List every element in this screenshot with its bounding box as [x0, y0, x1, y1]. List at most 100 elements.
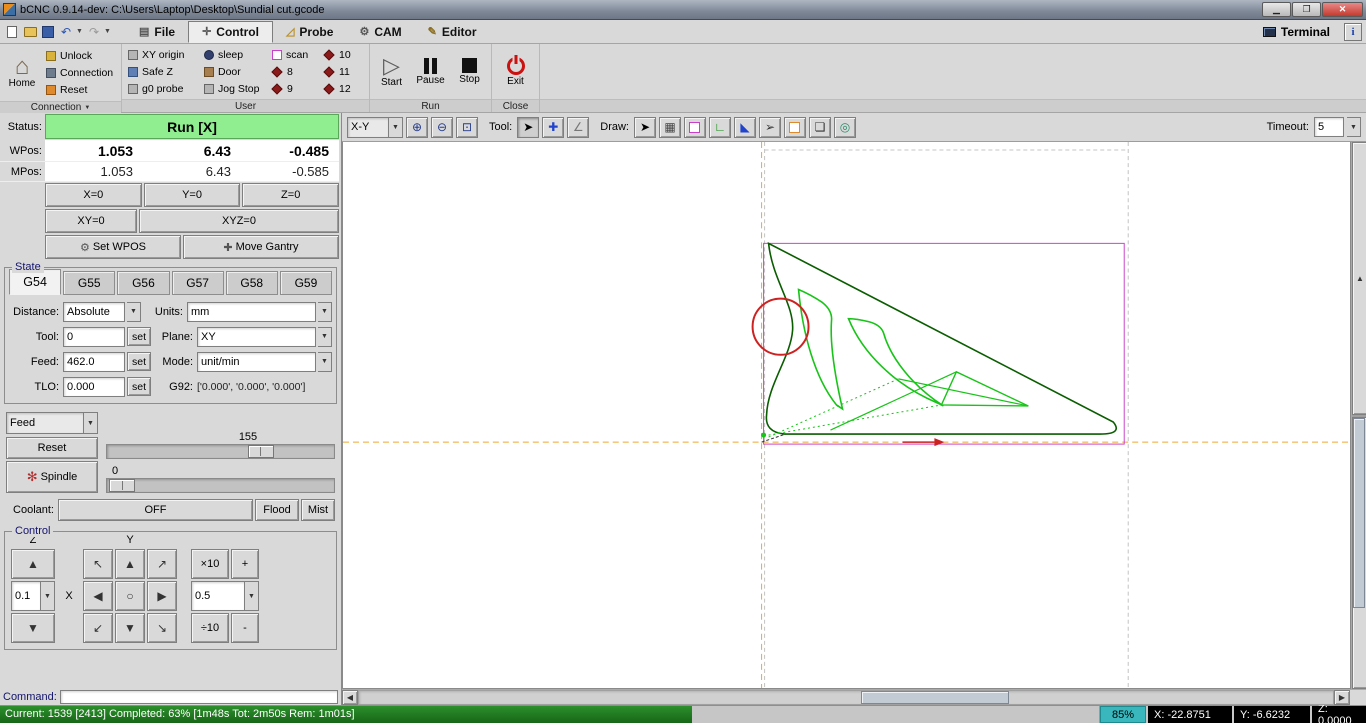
ruler-icon[interactable]: ◣: [733, 116, 756, 138]
feed-override-slider[interactable]: [106, 444, 335, 459]
ruler-tool-button[interactable]: ∠: [567, 116, 590, 138]
workarea-icon[interactable]: [783, 116, 806, 138]
y-zero-button[interactable]: Y=0: [143, 183, 241, 207]
horizontal-scrollbar[interactable]: ◀ ▶: [342, 689, 1366, 705]
tool-set-button[interactable]: set: [127, 327, 151, 346]
jog-xy-downright-button[interactable]: ↘: [147, 613, 177, 643]
grid-icon[interactable]: ▦: [658, 116, 681, 138]
wpos-z[interactable]: -0.485: [241, 140, 339, 161]
vertical-scrollbar-thumb[interactable]: [1353, 417, 1365, 608]
override-reset-button[interactable]: Reset: [6, 437, 98, 459]
terminal-button[interactable]: Terminal: [1255, 25, 1338, 39]
user-button-9[interactable]: 9: [269, 80, 321, 97]
jog-xy-upright-button[interactable]: ↗: [147, 549, 177, 579]
xy-zero-button[interactable]: XY=0: [45, 209, 137, 233]
user-button-xy-origin[interactable]: XY origin: [125, 46, 201, 63]
z-step-combo[interactable]: ▼: [11, 581, 55, 611]
feed-set-button[interactable]: set: [127, 352, 151, 371]
connection-button[interactable]: Connection: [43, 64, 116, 81]
jog-xy-downleft-button[interactable]: ↙: [83, 613, 113, 643]
step-div10-button[interactable]: ÷10: [191, 613, 229, 643]
feed-input[interactable]: [63, 351, 125, 372]
minimize-button[interactable]: ▁: [1262, 2, 1291, 17]
distance-dropdown-icon[interactable]: ▼: [127, 301, 141, 322]
gcode-canvas[interactable]: [342, 142, 1351, 689]
redo-icon[interactable]: ↷: [86, 24, 102, 40]
stop-button[interactable]: Stop: [451, 46, 488, 97]
jog-z-down-button[interactable]: ▼: [11, 613, 55, 643]
jog-x-plus-button[interactable]: ▶: [147, 581, 177, 611]
tool-input[interactable]: [63, 326, 125, 347]
flood-button[interactable]: Flood: [255, 499, 299, 521]
tab-cam[interactable]: ⚙ CAM: [346, 21, 414, 43]
spindle-toggle-button[interactable]: ✻ Spindle: [6, 461, 98, 493]
tab-file[interactable]: ▤ File: [126, 21, 188, 43]
zoom-fit-button[interactable]: ⊡: [456, 116, 478, 138]
jog-z-up-button[interactable]: ▲: [11, 549, 55, 579]
tab-g57[interactable]: G57: [171, 271, 224, 295]
view-dropdown-icon[interactable]: ▼: [389, 116, 403, 138]
step-minus-button[interactable]: -: [231, 613, 259, 643]
tlo-input[interactable]: [63, 376, 125, 397]
wpos-y[interactable]: 6.43: [143, 140, 241, 161]
timeout-dropdown-icon[interactable]: ▼: [1347, 117, 1361, 137]
units-select[interactable]: mm: [187, 301, 316, 322]
timeout-input[interactable]: [1314, 117, 1344, 137]
tab-g58[interactable]: G58: [225, 271, 278, 295]
status-indicator[interactable]: Run [X]: [45, 114, 339, 139]
user-button-safe-z[interactable]: Safe Z: [125, 63, 201, 80]
horizontal-scrollbar-thumb[interactable]: [861, 691, 1009, 704]
tab-g56[interactable]: G56: [117, 271, 170, 295]
move-gantry-tool-button[interactable]: ✚: [542, 116, 565, 138]
tab-g59[interactable]: G59: [279, 271, 333, 295]
start-button[interactable]: ▷ Start: [373, 46, 410, 97]
xy-step-combo[interactable]: ▼: [191, 581, 259, 611]
user-button-sleep[interactable]: sleep: [201, 46, 269, 63]
jog-x-minus-button[interactable]: ◀: [83, 581, 113, 611]
gcode-circle-icon[interactable]: ◎: [833, 116, 856, 138]
user-button-10[interactable]: 10: [321, 46, 367, 63]
rapid-moves-icon[interactable]: ➢: [758, 116, 781, 138]
command-input[interactable]: [59, 689, 338, 704]
open-file-icon[interactable]: [22, 24, 38, 40]
spindle-slider[interactable]: [106, 478, 335, 493]
pause-button[interactable]: Pause: [412, 46, 449, 97]
z-zero-button[interactable]: Z=0: [242, 183, 340, 207]
mode-select[interactable]: unit/min: [197, 351, 316, 372]
z-step-input[interactable]: [11, 581, 41, 611]
z-step-dropdown-icon[interactable]: ▼: [41, 581, 55, 611]
user-button-11[interactable]: 11: [321, 63, 367, 80]
vertical-scrollbar[interactable]: ▲ ▼: [1351, 142, 1366, 689]
mist-button[interactable]: Mist: [301, 499, 335, 521]
xyz-zero-button[interactable]: XYZ=0: [139, 209, 339, 233]
close-button[interactable]: ✕: [1322, 2, 1363, 17]
view-combo[interactable]: X-Y ▼: [347, 116, 403, 138]
reset-button[interactable]: Reset: [43, 81, 116, 98]
draw-select-icon[interactable]: ➤: [633, 116, 656, 138]
jog-xy-upleft-button[interactable]: ↖: [83, 549, 113, 579]
zoom-out-button[interactable]: ⊖: [431, 116, 453, 138]
jog-y-up-button[interactable]: ▲: [115, 549, 145, 579]
spindle-slider-thumb[interactable]: [109, 479, 135, 492]
coolant-off-button[interactable]: OFF: [58, 499, 253, 521]
tlo-set-button[interactable]: set: [127, 377, 151, 396]
override-select[interactable]: Feed: [6, 412, 84, 434]
scroll-up-icon[interactable]: ▲: [1352, 142, 1366, 415]
user-button-jog-stop[interactable]: Jog Stop: [201, 80, 269, 97]
xy-step-dropdown-icon[interactable]: ▼: [245, 581, 259, 611]
jog-center-button[interactable]: ○: [115, 581, 145, 611]
select-tool-button[interactable]: ➤: [517, 116, 540, 138]
undo-icon[interactable]: ↶: [58, 24, 74, 40]
plane-select[interactable]: XY: [197, 326, 316, 347]
zoom-in-button[interactable]: ⊕: [406, 116, 428, 138]
user-button-12[interactable]: 12: [321, 80, 367, 97]
info-button[interactable]: i: [1344, 22, 1362, 41]
units-dropdown-icon[interactable]: ▼: [318, 301, 332, 322]
wpos-x[interactable]: 1.053: [45, 140, 143, 161]
user-button-door[interactable]: Door: [201, 63, 269, 80]
feed-override-slider-thumb[interactable]: [247, 445, 274, 458]
xy-step-input[interactable]: [191, 581, 245, 611]
x-zero-button[interactable]: X=0: [45, 183, 142, 207]
layers-icon[interactable]: ❏: [808, 116, 831, 138]
tab-editor[interactable]: ✎ Editor: [415, 21, 490, 43]
